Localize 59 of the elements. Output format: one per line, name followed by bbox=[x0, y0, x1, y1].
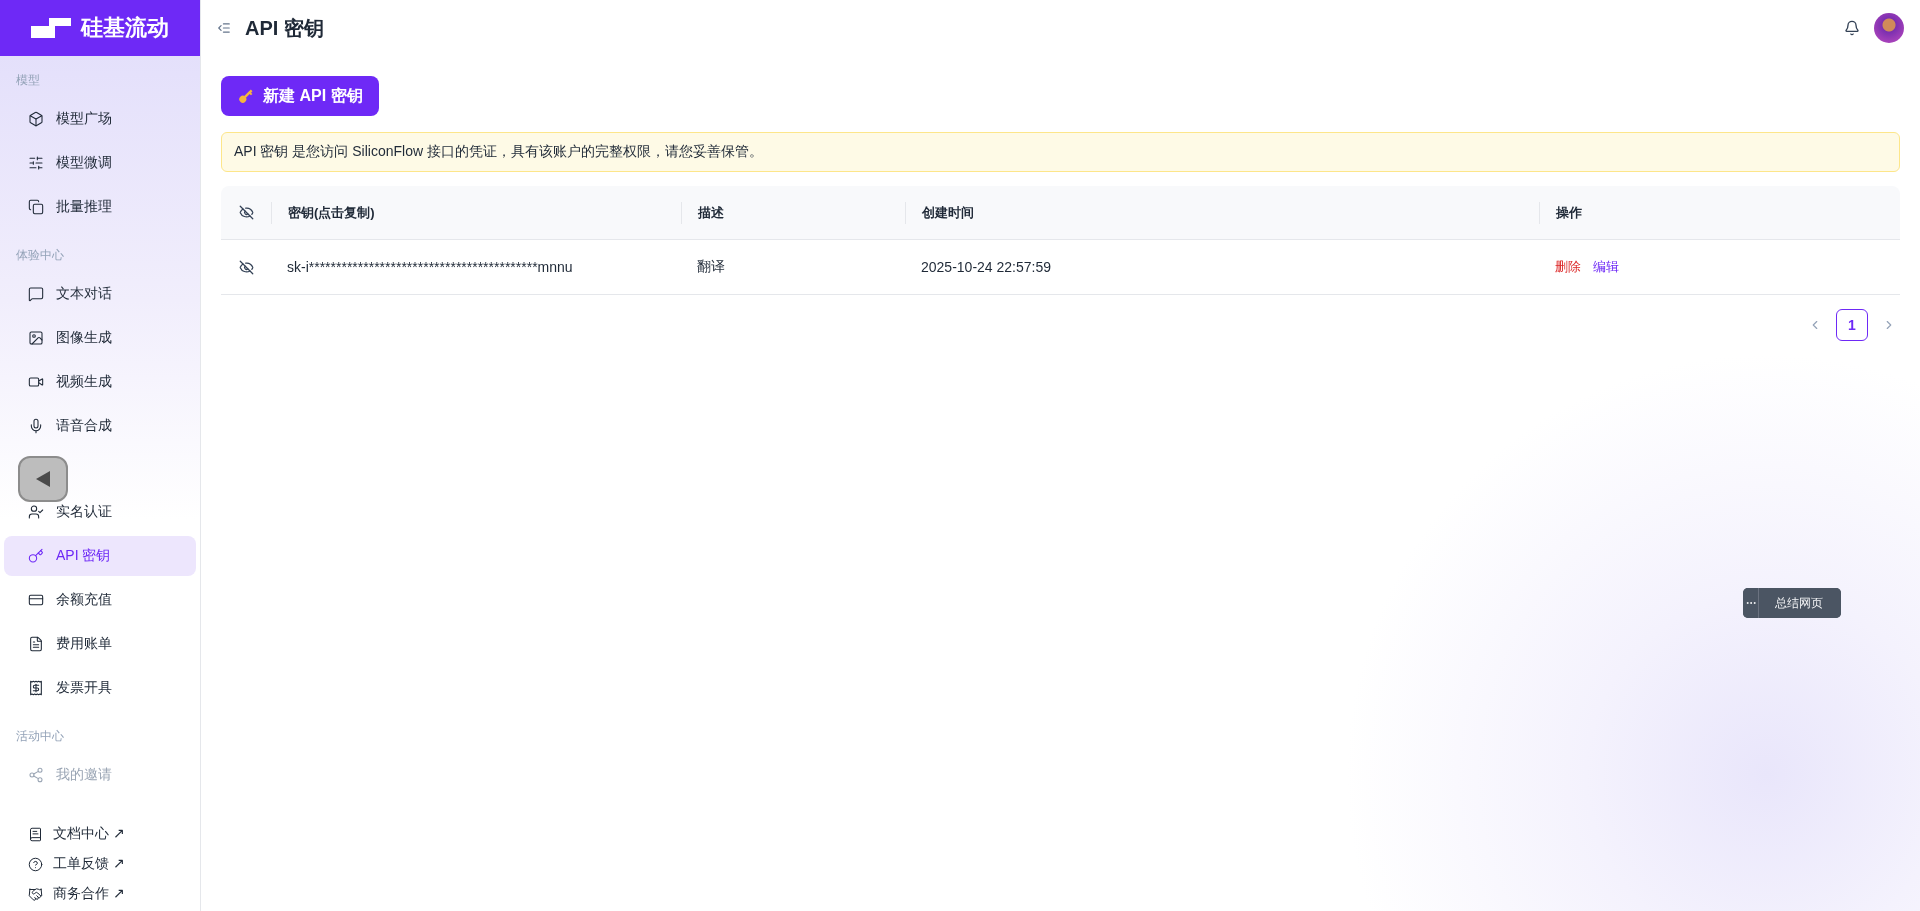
sidebar-item[interactable]: 图像生成 bbox=[4, 318, 196, 358]
column-header: 描述 bbox=[681, 201, 905, 224]
hide-icon[interactable] bbox=[238, 205, 254, 220]
key-cell[interactable]: sk-i******************************************mnnu bbox=[271, 259, 681, 275]
image-icon bbox=[28, 330, 44, 346]
table-cell-text: 2025-10-24 22:57:59 bbox=[920, 259, 1052, 275]
notice-banner: API 密钥 是您访问 SiliconFlow 接口的凭证，具有该账户的完整权限，请您妥善保管。 bbox=[221, 132, 1900, 172]
sidebar-link[interactable]: 工单反馈 ↗ bbox=[28, 855, 200, 873]
sidebar-item[interactable]: API 密钥 bbox=[4, 536, 196, 576]
sidebar-item[interactable]: 费用账单 bbox=[4, 624, 196, 664]
logo[interactable]: 硅基流动 bbox=[0, 0, 200, 56]
hide-icon[interactable] bbox=[238, 259, 254, 275]
column-header: 密钥(点击复制) bbox=[271, 201, 681, 224]
sidebar-item[interactable]: 模型广场 bbox=[4, 99, 196, 139]
help-icon bbox=[28, 856, 43, 872]
column-header: 操作 bbox=[1539, 201, 1900, 224]
triangle-icon bbox=[36, 471, 50, 487]
sliders-icon bbox=[28, 155, 44, 171]
table-cell-text: 翻译 bbox=[696, 258, 726, 276]
sidebar-link[interactable]: 文档中心 ↗ bbox=[28, 825, 200, 843]
section-label: 模型 bbox=[15, 72, 41, 89]
handshake-icon bbox=[28, 886, 43, 902]
share-icon bbox=[28, 767, 44, 783]
receipt-icon bbox=[28, 680, 44, 696]
copy-icon bbox=[28, 199, 44, 215]
chat-icon bbox=[28, 286, 44, 302]
sidebar-item[interactable]: 发票开具 bbox=[4, 668, 196, 708]
sidebar-item[interactable]: 视频生成 bbox=[4, 362, 196, 402]
logo-icon bbox=[31, 18, 71, 38]
sidebar-item[interactable]: 语音合成 bbox=[4, 406, 196, 446]
sidebar-item[interactable]: 文本对话 bbox=[4, 274, 196, 314]
video-icon bbox=[28, 374, 44, 390]
avatar[interactable] bbox=[1874, 13, 1904, 43]
edit-link[interactable]: 编辑 bbox=[1593, 258, 1619, 276]
collapse-button[interactable] bbox=[18, 456, 68, 502]
page-button[interactable]: 1 bbox=[1836, 309, 1868, 341]
book-icon bbox=[28, 826, 43, 842]
key-icon bbox=[237, 87, 255, 105]
new-key-button[interactable]: 新建 API 密钥 bbox=[221, 76, 379, 116]
document-icon bbox=[28, 636, 44, 652]
notification-icon[interactable] bbox=[1844, 20, 1860, 36]
sidebar-link[interactable]: 商务合作 ↗ bbox=[28, 885, 200, 903]
sidebar-item[interactable]: 批量推理 bbox=[4, 187, 196, 227]
cube-icon bbox=[28, 111, 44, 127]
delete-link[interactable]: 删除 bbox=[1555, 258, 1581, 276]
section-label: 体验中心 bbox=[15, 247, 65, 264]
section-label: 活动中心 bbox=[15, 728, 65, 745]
user-check-icon bbox=[28, 504, 44, 520]
card-icon bbox=[28, 592, 44, 608]
menu-icon[interactable] bbox=[217, 21, 231, 35]
sidebar-item[interactable]: 模型微调 bbox=[4, 143, 196, 183]
column-header: 创建时间 bbox=[905, 201, 1539, 224]
page-title: API 密钥 bbox=[245, 15, 325, 41]
brand-name: 硅基流动 bbox=[81, 14, 169, 42]
microphone-icon bbox=[28, 418, 44, 434]
more-button[interactable] bbox=[1743, 588, 1759, 618]
sidebar-item[interactable]: 余额充值 bbox=[4, 580, 196, 620]
sidebar-item[interactable]: 实名认证 bbox=[4, 492, 196, 532]
key-icon bbox=[28, 548, 44, 564]
